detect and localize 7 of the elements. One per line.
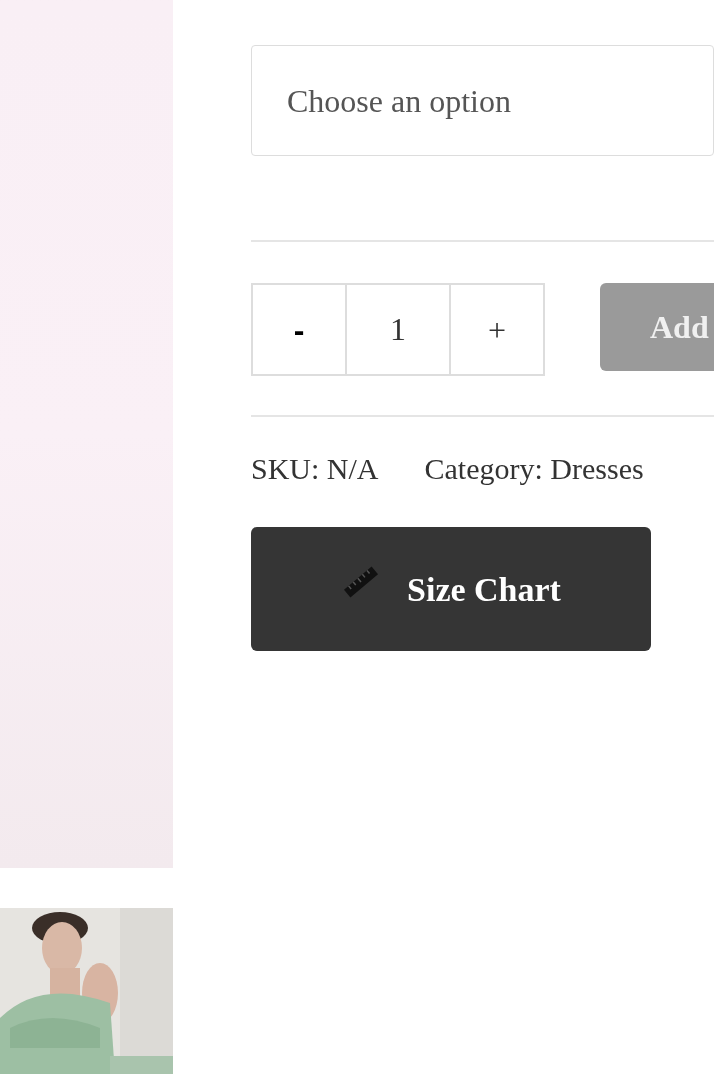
category-text: Category: Dresses (424, 451, 644, 487)
sku-text: SKU: N/A (251, 451, 379, 487)
size-chart-button[interactable]: Size Chart (251, 527, 651, 651)
quantity-minus-button[interactable]: - (251, 283, 347, 376)
variation-select[interactable]: Choose an option (251, 45, 714, 156)
quantity-field[interactable]: 1 (347, 283, 449, 376)
quantity-plus-button[interactable]: + (449, 283, 545, 376)
